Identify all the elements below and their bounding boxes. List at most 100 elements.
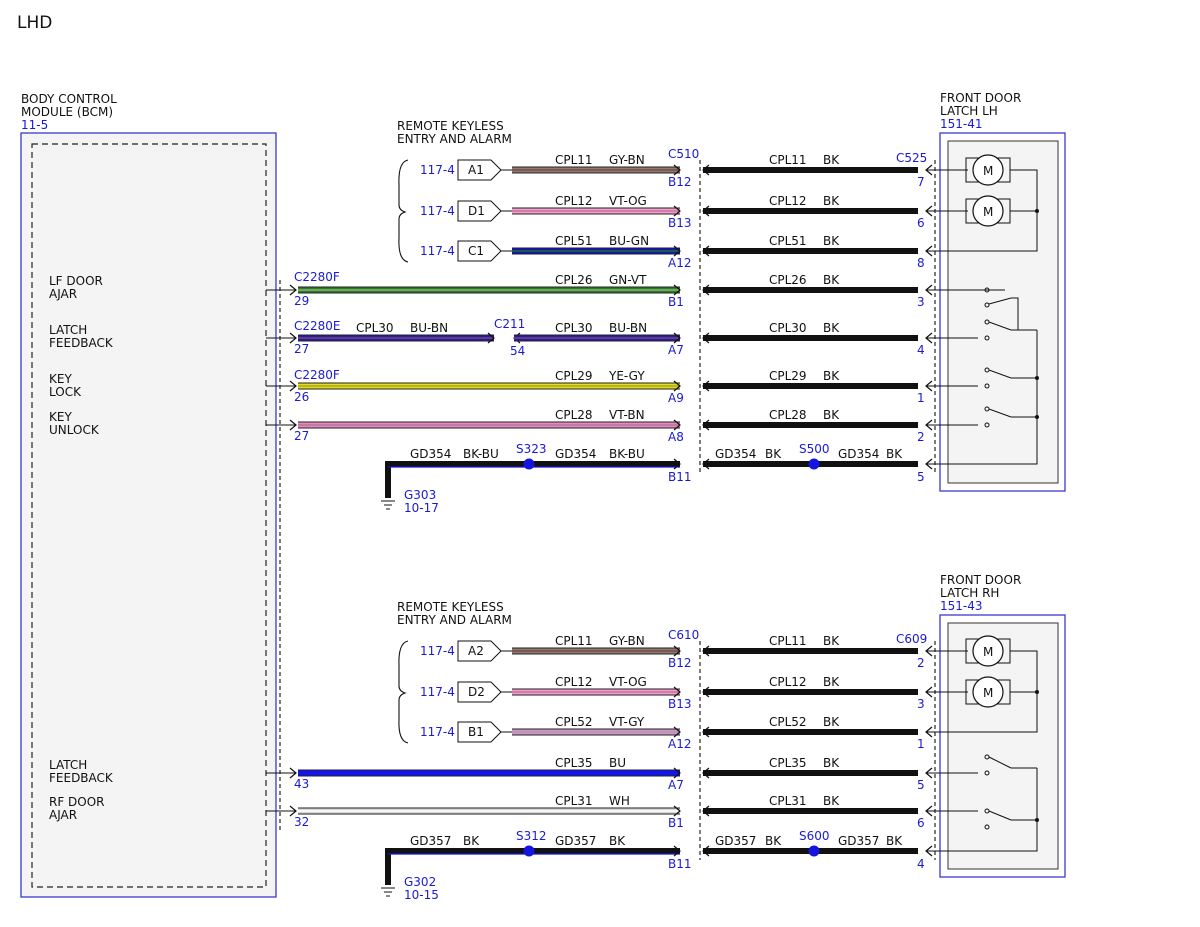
pin-number: A7 [668,343,684,357]
rke-ref-label: 117-4 [420,685,455,699]
pin-number: 5 [917,778,925,792]
wire-circuit-label: CPL12 [555,194,593,208]
wire-circuit-label: CPL12 [769,675,807,689]
latch-rh-module[interactable]: FRONT DOOR LATCH RH 151-43 [939,573,1066,878]
wire-circuit-label: CPL30 [555,321,593,335]
svg-text:M: M [983,645,993,659]
pin-number: 2 [917,430,925,444]
connector-label-c610: C610 [668,628,699,642]
wire-circuit-label: GD354 [715,447,756,461]
wire-circuit-label: CPL31 [769,794,807,808]
wire-circuit-label: CPL35 [555,756,593,770]
wire-color-label: BK [823,408,840,422]
connector-label-c2280f: C2280F [294,270,340,284]
pin-number: B1 [668,295,684,309]
pin-number: 7 [917,175,925,189]
latch-lh-name-line1: FRONT DOOR [940,91,1021,105]
splice-label: S600 [799,829,830,843]
wire-color-label: BK [823,153,840,167]
wire-color-label: VT-BN [609,408,645,422]
bcm-pin-label: UNLOCK [49,423,100,437]
wire-color-label: BK [823,756,840,770]
latch-rh-name-line1: FRONT DOOR [940,573,1021,587]
bcm-pin-number: 27 [294,429,309,443]
pin-number: 4 [917,343,925,357]
rke-pin-label: D1 [468,204,485,218]
rke-pin-label: B1 [468,725,484,739]
wire-color-label: BU-GN [609,234,649,248]
splice-dot[interactable] [808,845,820,857]
splice-dot[interactable] [523,845,535,857]
wire-color-label: BK [823,634,840,648]
ground-ref: 10-15 [404,888,439,902]
wire-color-label: GY-BN [609,153,645,167]
wire-color-label: BK [765,834,782,848]
wire-color-label: GN-VT [609,273,647,287]
rke-group-bottom-line2: ENTRY AND ALARM [397,613,512,627]
rke-group-top-line1: REMOTE KEYLESS [397,119,504,133]
wire-circuit-label: GD357 [838,834,879,848]
pin-number: 2 [917,656,925,670]
connector-label-c211: C211 [494,317,525,331]
wire-color-label: VT-GY [609,715,645,729]
wire-circuit-label: CPL51 [555,234,593,248]
wire-color-label: BK [823,234,840,248]
rke-group-top-line2: ENTRY AND ALARM [397,132,512,146]
wire-circuit-label: GD354 [838,447,879,461]
wire-color-label: BK-BU [609,447,645,461]
wire-circuit-label: CPL26 [769,273,807,287]
bcm-pin-number: 32 [294,815,309,829]
pin-number: B13 [668,216,692,230]
splice-dot[interactable] [808,458,820,470]
pin-number: 6 [917,816,925,830]
latch-rh-name-line2: LATCH RH [940,586,999,600]
bcm-pin-number: 43 [294,777,309,791]
wire-color-label: BK [823,273,840,287]
wire-circuit-label: CPL29 [769,369,807,383]
ground-label: G303 [404,488,436,502]
ground-ref: 10-17 [404,501,439,515]
wire-color-label: BK [463,834,480,848]
pin-number: B12 [668,175,692,189]
page-title: LHD [17,13,52,33]
pin-number: A8 [668,430,684,444]
latch-lh-module[interactable]: FRONT DOOR LATCH LH 151-41 [939,91,1066,492]
wire-color-label: WH [609,794,630,808]
rke-brace-bottom [398,640,409,744]
rke-brace-top [398,159,409,263]
wire-color-label: YE-GY [608,369,645,383]
wire-color-label: BK-BU [463,447,499,461]
wire-color-label: BK [823,794,840,808]
wire-color-label: BK [609,834,626,848]
wire-circuit-label: GD357 [715,834,756,848]
pin-number: A12 [668,737,691,751]
wire-circuit-label: CPL52 [555,715,593,729]
wire-circuit-label: GD354 [555,447,596,461]
wire-color-label: BK [823,194,840,208]
wire-color-label: VT-OG [609,194,647,208]
wire-circuit-label: GD357 [410,834,451,848]
bcm-pin-label: AJAR [49,287,77,301]
wire-color-label: BK [823,715,840,729]
wire-color-label: BK [886,834,903,848]
connector-label-c510: C510 [668,147,699,161]
connector-label-c525: C525 [896,151,927,165]
wire-circuit-label: CPL35 [769,756,807,770]
svg-text:M: M [983,164,993,178]
bcm-ref: 11-5 [21,118,48,132]
latch-lh-name-line2: LATCH LH [940,104,998,118]
wire-circuit-label: GD357 [555,834,596,848]
pin-number: B11 [668,857,692,871]
splice-dot[interactable] [523,458,535,470]
wire-circuit-label: CPL52 [769,715,807,729]
wire-circuit-label: CPL28 [769,408,807,422]
bcm-pin-label: AJAR [49,808,77,822]
pin-number: B11 [668,470,692,484]
wire-color-label: BK [765,447,782,461]
wire-color-label: GY-BN [609,634,645,648]
bcm-pin-label: KEY [49,410,72,424]
wire-color-label: BK [823,369,840,383]
pin-number: 4 [917,857,925,871]
bcm-name-line1: BODY CONTROL [21,92,117,106]
wire-circuit-label: CPL11 [769,153,807,167]
